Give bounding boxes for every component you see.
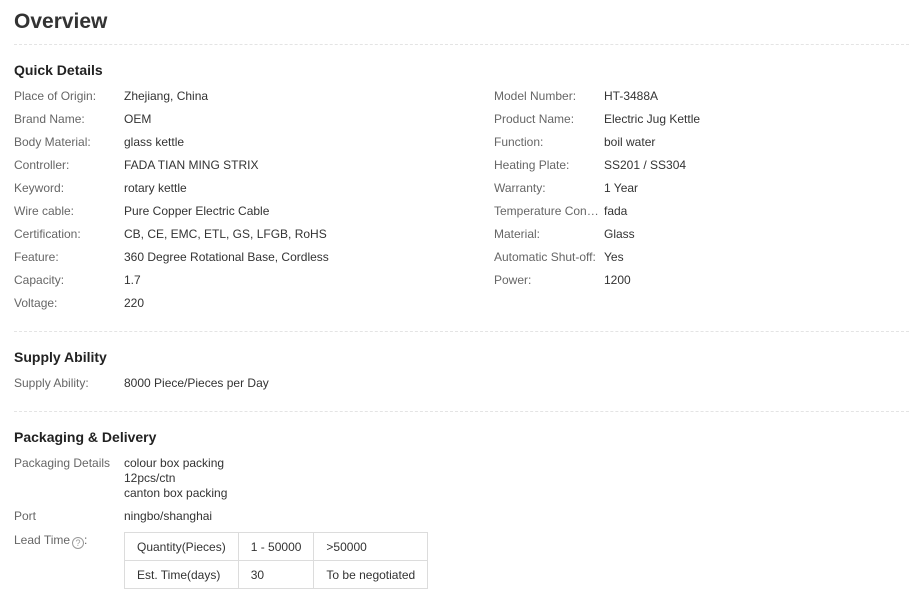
table-cell: Est. Time(days) (124, 560, 239, 589)
section-title-packaging-delivery: Packaging & Delivery (14, 429, 157, 445)
detail-label: Body Material: (14, 135, 91, 149)
packaging-line: colour box packing (124, 456, 225, 470)
detail-label: Capacity: (14, 273, 65, 287)
detail-label: Voltage: (14, 296, 58, 310)
table-cell: 30 (237, 560, 315, 589)
detail-label: Power: (494, 273, 532, 287)
detail-label: Keyword: (14, 181, 65, 195)
table-row: Est. Time(days) 30 To be negotiated (124, 560, 429, 589)
detail-value: SS201 / SS304 (604, 158, 687, 172)
detail-value: OEM (124, 112, 152, 126)
detail-value: boil water (604, 135, 656, 149)
table-cell: >50000 (313, 532, 429, 561)
divider (14, 331, 909, 332)
table-cell: To be negotiated (313, 560, 429, 589)
detail-label: Heating Plate: (494, 158, 570, 172)
section-title-supply-ability: Supply Ability (14, 349, 107, 365)
detail-label: Certification: (14, 227, 81, 241)
detail-label: Function: (494, 135, 544, 149)
packaging-line: 12pcs/ctn (124, 471, 176, 485)
detail-value: Electric Jug Kettle (604, 112, 701, 126)
question-circle-icon[interactable]: ? (72, 537, 85, 549)
detail-value: HT-3488A (604, 89, 659, 103)
detail-label: Supply Ability: (14, 376, 89, 390)
detail-value: Zhejiang, China (124, 89, 209, 103)
detail-value: glass kettle (124, 135, 185, 149)
detail-value: 220 (124, 296, 145, 310)
detail-value: 1 Year (604, 181, 639, 195)
detail-label: Material: (494, 227, 541, 241)
detail-value: 1200 (604, 273, 631, 287)
detail-value: 360 Degree Rotational Base, Cordless (124, 250, 329, 264)
detail-label: Brand Name: (14, 112, 85, 126)
detail-label: Product Name: (494, 112, 575, 126)
detail-value: ningbo/shanghai (124, 509, 213, 523)
table-cell: Quantity(Pieces) (124, 532, 239, 561)
detail-label: Warranty: (494, 181, 546, 195)
packaging-details-value: colour box packing 12pcs/ctn canton box … (124, 456, 227, 501)
detail-value: CB, CE, EMC, ETL, GS, LFGB, RoHS (124, 227, 327, 241)
detail-value: Glass (604, 227, 635, 241)
detail-value: rotary kettle (124, 181, 187, 195)
detail-value: Pure Copper Electric Cable (124, 204, 270, 218)
detail-label: Port (14, 509, 37, 523)
section-title-quick-details: Quick Details (14, 62, 103, 78)
lead-time-table: Quantity(Pieces) 1 - 50000 >50000 Est. T… (124, 532, 429, 589)
packaging-line: canton box packing (124, 486, 228, 500)
detail-label: Automatic Shut-off: (494, 250, 596, 264)
detail-label: Temperature Contr... (494, 204, 600, 218)
divider (14, 411, 909, 412)
page-title: Overview (14, 10, 108, 33)
detail-label: Packaging Details (14, 456, 111, 470)
detail-label: Wire cable: (14, 204, 75, 218)
detail-label: Model Number: (494, 89, 577, 103)
detail-label: Place of Origin: (14, 89, 97, 103)
detail-value: fada (604, 204, 628, 218)
table-row: Quantity(Pieces) 1 - 50000 >50000 (124, 532, 429, 561)
detail-value: 1.7 (124, 273, 141, 287)
detail-value: Yes (604, 250, 624, 264)
table-cell: 1 - 50000 (237, 532, 315, 561)
detail-value: 8000 Piece/Pieces per Day (124, 376, 269, 390)
divider (14, 44, 909, 45)
detail-label: Lead Time (14, 533, 71, 547)
detail-value: FADA TIAN MING STRIX (124, 158, 259, 172)
detail-label: Feature: (14, 250, 59, 264)
lead-time-label-row: Lead Time?: (14, 533, 88, 549)
detail-label: Controller: (14, 158, 70, 172)
